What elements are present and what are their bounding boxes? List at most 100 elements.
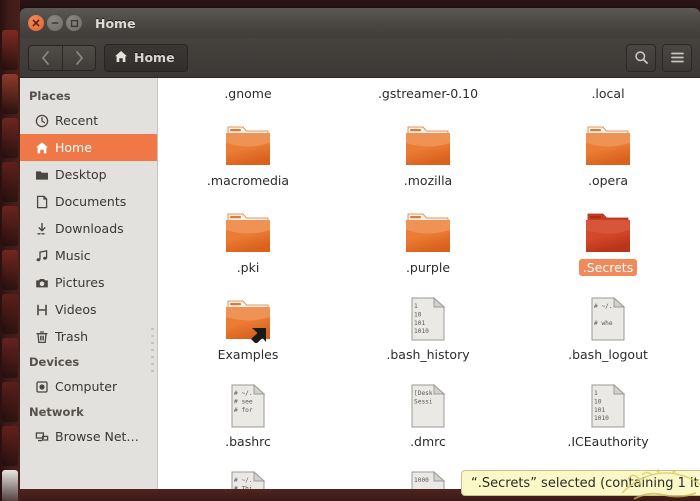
- sidebar-heading: Network: [20, 400, 157, 423]
- minimize-button[interactable]: [47, 15, 63, 31]
- launcher-icon[interactable]: [2, 470, 18, 501]
- sidebar-item-documents[interactable]: Documents: [20, 188, 157, 215]
- sidebar: PlacesRecentHomeDesktopDocumentsDownload…: [20, 78, 157, 501]
- sidebar-item-trash[interactable]: Trash: [20, 323, 157, 350]
- maximize-button[interactable]: [66, 15, 82, 31]
- sidebar-item-label: Home: [55, 140, 92, 155]
- folder-item[interactable]: .local: [518, 78, 698, 107]
- title-bar[interactable]: Home: [20, 8, 700, 38]
- folder-symlink-icon: [222, 285, 274, 343]
- text-file-icon: 1101011010: [408, 285, 448, 343]
- launcher-icon[interactable]: [2, 426, 18, 466]
- forward-button[interactable]: [62, 46, 95, 70]
- window-body: PlacesRecentHomeDesktopDocumentsDownload…: [20, 78, 700, 501]
- download-icon: [34, 221, 49, 236]
- svg-text:# for: # for: [234, 407, 253, 414]
- folder-item[interactable]: .gstreamer-0.10: [338, 78, 518, 107]
- back-button[interactable]: [29, 46, 62, 70]
- svg-text:1010: 1010: [594, 415, 609, 422]
- window-title: Home: [95, 16, 136, 31]
- svg-text:1000: 1000: [414, 477, 429, 484]
- sidebar-item-label: Browse Net…: [55, 429, 139, 444]
- sidebar-item-label: Pictures: [55, 275, 105, 290]
- item-label: .gnome: [220, 85, 275, 102]
- folder-item[interactable]: .mozilla: [338, 107, 518, 194]
- svg-text:1: 1: [414, 303, 418, 310]
- sidebar-item-videos[interactable]: Videos: [20, 296, 157, 323]
- home-icon: [114, 48, 128, 67]
- camera-icon: [34, 275, 49, 290]
- folder-icon: [34, 167, 49, 182]
- file-item[interactable]: [DeskSessi.dmrc: [338, 368, 518, 455]
- trash-icon: [34, 329, 49, 344]
- sidebar-item-browse-net[interactable]: Browse Net…: [20, 423, 157, 450]
- item-label: .Secrets: [579, 259, 637, 276]
- document-icon: [34, 194, 49, 209]
- svg-text:Sessi: Sessi: [414, 398, 433, 405]
- launcher-icon[interactable]: [2, 382, 18, 422]
- sidebar-resize-grip[interactable]: [151, 328, 154, 383]
- sidebar-item-label: Recent: [55, 113, 98, 128]
- launcher-icon[interactable]: [2, 250, 18, 290]
- svg-text:1010: 1010: [414, 328, 429, 335]
- launcher-icon[interactable]: [2, 294, 18, 334]
- item-label: .macromedia: [203, 172, 293, 189]
- sidebar-item-desktop[interactable]: Desktop: [20, 161, 157, 188]
- status-tooltip-text: “.Secrets” selected (containing 1 it: [471, 476, 699, 491]
- launcher-icon[interactable]: [2, 30, 18, 70]
- svg-text:1: 1: [594, 390, 598, 397]
- unity-launcher[interactable]: [0, 0, 20, 501]
- folder-item[interactable]: .Secrets: [518, 194, 698, 281]
- folder-item[interactable]: .purple: [338, 194, 518, 281]
- launcher-icon[interactable]: [2, 338, 18, 378]
- menu-button[interactable]: [662, 44, 692, 72]
- file-item[interactable]: 1101011010.ICEauthority: [518, 368, 698, 455]
- text-file-icon: # ~/.# see# for: [228, 372, 268, 430]
- folder-item[interactable]: Examples: [158, 281, 338, 368]
- folder-icon: [402, 78, 454, 82]
- search-icon: [634, 50, 649, 65]
- text-file-icon: 1101011010: [588, 372, 628, 430]
- file-item[interactable]: # ~/.# see# for.bashrc: [158, 368, 338, 455]
- folder-item[interactable]: .opera: [518, 107, 698, 194]
- sidebar-heading: Devices: [20, 350, 157, 373]
- file-item[interactable]: # ~/.# whe.bash_logout: [518, 281, 698, 368]
- item-label: .opera: [584, 172, 632, 189]
- item-label: .mozilla: [400, 172, 456, 189]
- breadcrumb-label: Home: [134, 50, 175, 65]
- breadcrumb-home[interactable]: Home: [104, 44, 188, 72]
- svg-text:# ~/.: # ~/.: [234, 477, 253, 484]
- item-label: .purple: [402, 259, 454, 276]
- sidebar-item-home[interactable]: Home: [20, 134, 157, 161]
- close-button[interactable]: [28, 15, 44, 31]
- sidebar-item-recent[interactable]: Recent: [20, 107, 157, 134]
- folder-icon: [402, 198, 454, 256]
- sidebar-item-label: Music: [55, 248, 91, 263]
- file-item[interactable]: 1101011010.bash_history: [338, 281, 518, 368]
- sidebar-item-downloads[interactable]: Downloads: [20, 215, 157, 242]
- sidebar-item-pictures[interactable]: Pictures: [20, 269, 157, 296]
- item-label: .dmrc: [406, 433, 450, 450]
- text-file-icon: # ~/.# whe: [588, 285, 628, 343]
- status-tooltip: “.Secrets” selected (containing 1 it: [461, 470, 700, 496]
- folder-item[interactable]: .pki: [158, 194, 338, 281]
- sidebar-item-label: Computer: [55, 379, 117, 394]
- folder-icon: [582, 198, 634, 256]
- launcher-icon[interactable]: [2, 206, 18, 246]
- sidebar-item-music[interactable]: Music: [20, 242, 157, 269]
- item-label: Examples: [214, 346, 283, 363]
- launcher-icon[interactable]: [2, 162, 18, 202]
- item-label: .bash_history: [382, 346, 473, 363]
- folder-item[interactable]: .macromedia: [158, 107, 338, 194]
- launcher-icon[interactable]: [2, 118, 18, 158]
- sidebar-item-label: Videos: [55, 302, 97, 317]
- search-button[interactable]: [626, 44, 656, 72]
- folder-icon: [222, 111, 274, 169]
- file-list-pane[interactable]: .gnome .gstreamer-0.10.local .macromedia .m…: [158, 78, 700, 501]
- svg-text:# whe: # whe: [594, 320, 613, 327]
- svg-text:10: 10: [594, 398, 602, 405]
- launcher-icon[interactable]: [2, 74, 18, 114]
- sidebar-item-computer[interactable]: Computer: [20, 373, 157, 400]
- folder-item[interactable]: .gnome: [158, 78, 338, 107]
- folder-icon: [582, 78, 634, 82]
